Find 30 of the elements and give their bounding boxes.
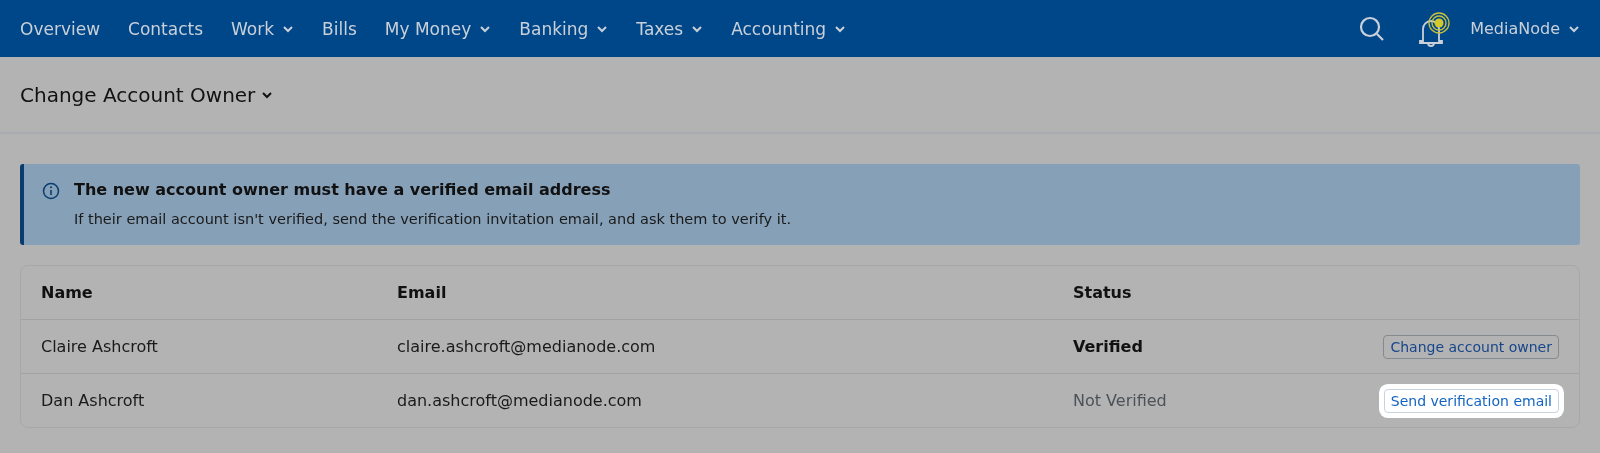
chevron-icon — [479, 24, 492, 33]
alert-title: The new account owner must have a verified email address — [74, 180, 612, 199]
nav-link[interactable]: Banking — [519, 18, 609, 39]
column-header: Status — [1073, 283, 1133, 302]
name-cell-text: Claire Ashcroft — [41, 337, 159, 356]
name-cell-text: Dan Ashcroft — [41, 391, 146, 410]
chevron-icon — [261, 90, 274, 99]
nav-link[interactable]: Contacts — [128, 18, 204, 39]
nav-link[interactable]: Bills — [322, 18, 357, 39]
nav-link[interactable]: Overview — [20, 18, 101, 39]
alert-message: If their email account isn't verified, send the verification invitation email, and ask them to verify it. — [74, 211, 791, 227]
nav-link[interactable]: Work — [231, 18, 295, 39]
page-title[interactable]: Change Account Owner — [20, 82, 274, 107]
status-cell-text: Verified — [1073, 337, 1144, 356]
action-button[interactable]: Change account owner — [1383, 334, 1559, 359]
chevron-icon — [834, 24, 847, 33]
status-cell-text: Not Verified — [1073, 391, 1168, 410]
chevron-icon — [1568, 24, 1580, 33]
nav-link[interactable]: Accounting — [731, 18, 847, 39]
column-header: Email — [397, 283, 448, 302]
email-cell-text: claire.ashcroft@medianode.com — [397, 337, 657, 356]
column-header: Name — [41, 283, 94, 302]
nav-link[interactable]: Taxes — [636, 18, 704, 39]
chevron-icon — [691, 24, 704, 33]
chevron-icon — [596, 24, 609, 33]
nav-link[interactable]: My Money — [384, 18, 492, 39]
info-icon — [42, 182, 60, 200]
account-menu[interactable]: MediaNode — [1470, 19, 1580, 38]
chevron-icon — [282, 24, 295, 33]
email-cell-text: dan.ashcroft@medianode.com — [397, 391, 643, 410]
